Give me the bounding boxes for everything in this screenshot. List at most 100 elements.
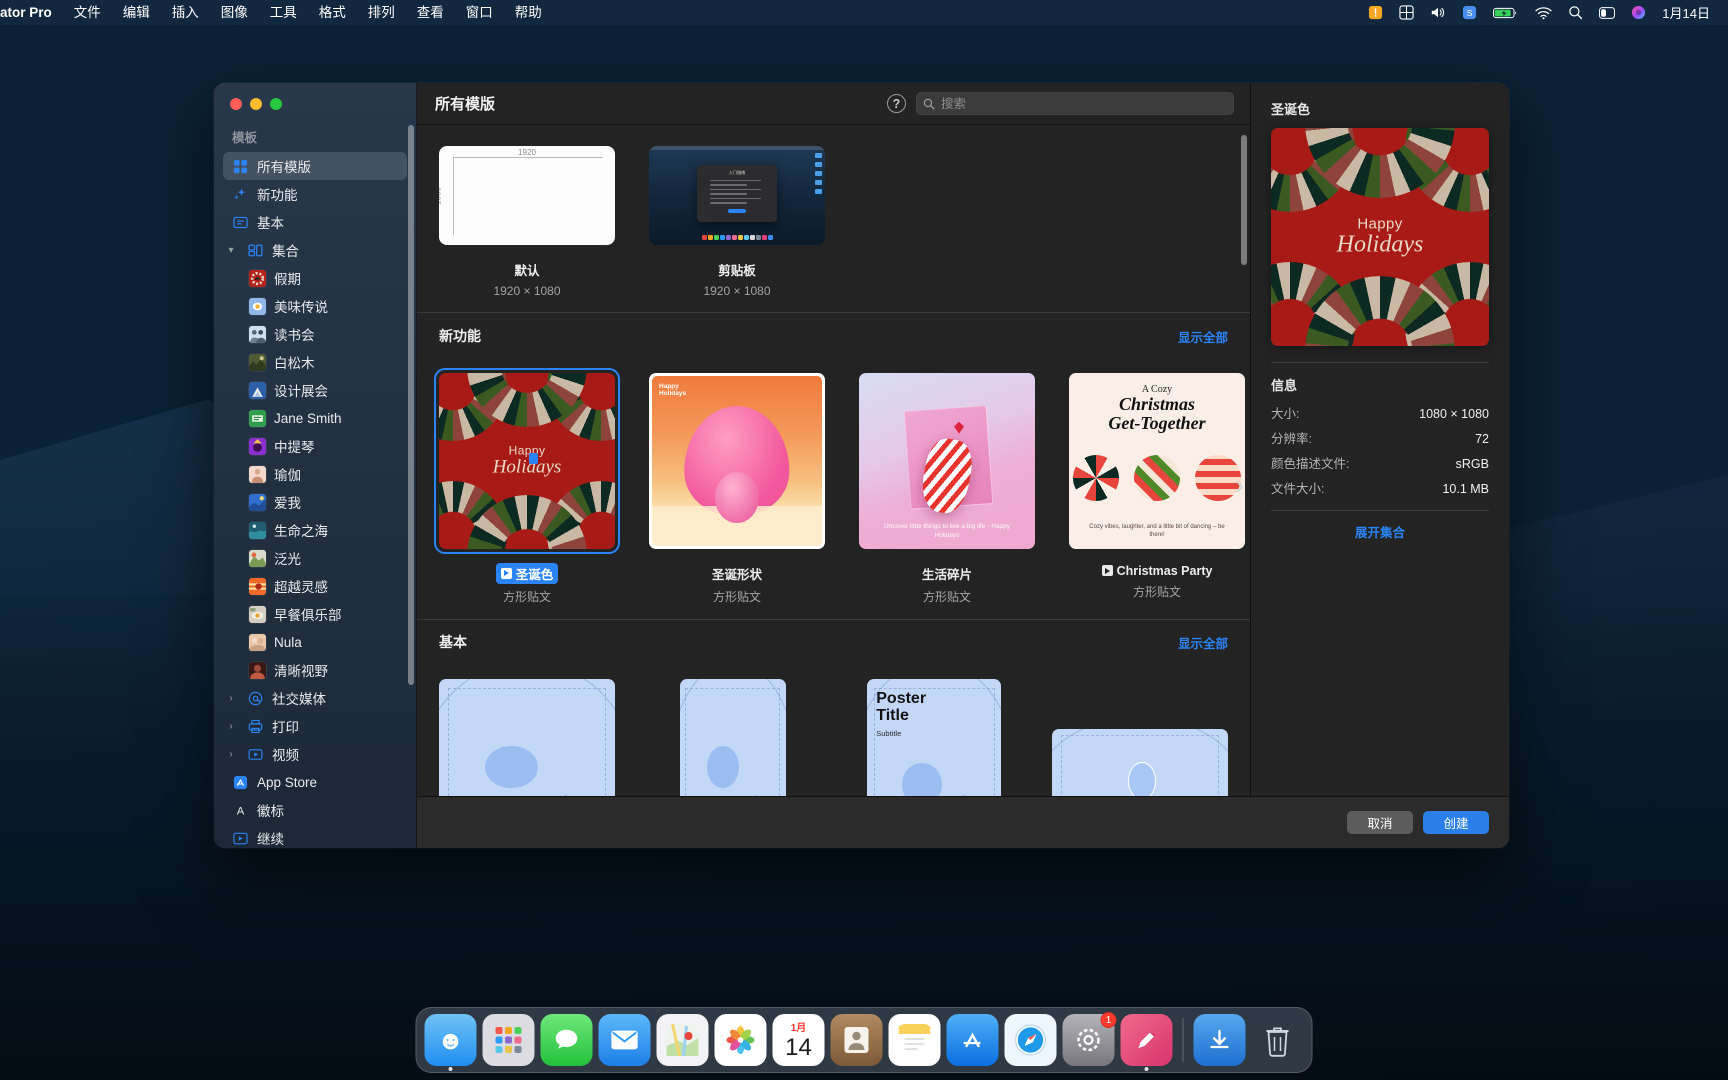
volume-icon[interactable] <box>1422 0 1454 25</box>
dock-item-affinity-designer[interactable] <box>1120 1014 1173 1071</box>
thumb-love-icon <box>249 493 266 511</box>
help-button[interactable]: ? <box>887 94 906 113</box>
menu-item-image[interactable]: 图像 <box>210 0 259 25</box>
dock-item-safari[interactable] <box>1004 1014 1057 1066</box>
dock-item-contacts[interactable] <box>830 1014 883 1066</box>
sidebar-item-book-club[interactable]: 读书会 <box>223 320 407 348</box>
template-card-life-fragments[interactable]: Uncover little things to live a big life… <box>859 368 1035 605</box>
sidebar-item-beyond-inspiration[interactable]: 超越灵感 <box>223 572 407 600</box>
battery-charging-icon[interactable] <box>1485 0 1527 25</box>
sidebar-item-delicious-legend[interactable]: 美味传说 <box>223 292 407 320</box>
minimize-button[interactable] <box>250 98 262 110</box>
sidebar-item-holiday[interactable]: 假期 <box>223 264 407 292</box>
template-card-clipboard[interactable]: 入门指南 剪贴板 1920 × 1080 <box>649 141 825 298</box>
sidebar-item-whats-new[interactable]: 新功能 <box>223 180 407 208</box>
control-center-icon[interactable] <box>1591 0 1623 25</box>
sidebar-item-love-me[interactable]: 爱我 <box>223 488 407 516</box>
cancel-button[interactable]: 取消 <box>1347 811 1413 834</box>
sidebar-item-nula[interactable]: Nula <box>223 628 407 656</box>
sidebar-item-yoga[interactable]: 瑜伽 <box>223 460 407 488</box>
chevron-right-icon[interactable]: › <box>1235 472 1244 498</box>
show-all-link[interactable]: 显示全部 <box>1178 633 1228 652</box>
dock-item-finder[interactable]: ☻ <box>424 1014 477 1071</box>
templates-scroll-area[interactable]: 1920 1080 默认 1920 × 1080 入门指南 剪贴板 1920 ×… <box>417 125 1250 796</box>
sidebar-item-viola[interactable]: 中提琴 <box>223 432 407 460</box>
template-name: Christmas Party <box>1116 563 1213 578</box>
spotlight-icon[interactable] <box>1560 0 1591 25</box>
zoom-button[interactable] <box>270 98 282 110</box>
menubar-clock[interactable]: 1月14日 <box>1654 0 1718 25</box>
template-card-poster[interactable]: Poster Title Subtitle <box>851 674 1019 796</box>
dock-item-downloads[interactable] <box>1193 1014 1246 1066</box>
dock-item-calendar[interactable]: 1月 14 <box>772 1014 825 1066</box>
template-card-christmas-party[interactable]: A Cozy Christmas Get-Together Cozy vibes… <box>1069 368 1245 605</box>
template-card-christmas-shapes[interactable]: Happy Holidays 圣诞形状 方形贴文 <box>649 368 825 605</box>
template-card-default[interactable]: 1920 1080 默认 1920 × 1080 <box>439 141 615 298</box>
sidebar-group-video[interactable]: › 视频 <box>223 740 407 768</box>
show-all-link[interactable]: 显示全部 <box>1178 327 1228 346</box>
sidebar-scrollbar[interactable] <box>408 125 414 685</box>
template-card-plain[interactable] <box>1052 674 1228 796</box>
sidebar-group-social-media[interactable]: › 社交媒体 <box>223 684 407 712</box>
sidebar-group-collections[interactable]: ▾ 集合 <box>223 236 407 264</box>
sidebar-item-jane-smith[interactable]: Jane Smith <box>223 404 407 432</box>
menu-item-arrange[interactable]: 排列 <box>357 0 406 25</box>
grid-icon[interactable] <box>1391 0 1422 25</box>
sidebar-item-app-store[interactable]: App Store <box>223 768 407 796</box>
close-button[interactable] <box>230 98 242 110</box>
menu-item-window[interactable]: 窗口 <box>455 0 504 25</box>
menu-item-tools[interactable]: 工具 <box>259 0 308 25</box>
template-name: 默认 <box>514 264 540 278</box>
shortcuts-icon[interactable]: S <box>1454 0 1485 25</box>
siri-icon[interactable] <box>1623 0 1654 25</box>
sidebar-item-basic[interactable]: 基本 <box>223 208 407 236</box>
basic-icon <box>232 214 249 231</box>
chevron-right-icon[interactable]: › <box>223 721 239 732</box>
sidebar-item-breakfast-club[interactable]: 早餐俱乐部 <box>223 600 407 628</box>
menu-item-file[interactable]: 文件 <box>63 0 112 25</box>
search-box[interactable] <box>916 92 1234 115</box>
sidebar-item-clear-vision[interactable]: 清晰视野 <box>223 656 407 684</box>
create-button[interactable]: 创建 <box>1423 811 1489 834</box>
menu-item-help[interactable]: 帮助 <box>504 0 553 25</box>
expand-collection-link[interactable]: 展开集合 <box>1271 510 1489 541</box>
dock-item-mail[interactable] <box>598 1014 651 1066</box>
sidebar-list[interactable]: 模板 所有模版 新功能 基本 ▾ 集合 假期 美味传说 读书会 白松木 设计展会… <box>214 121 416 848</box>
template-card-post[interactable]: Post Title Subtitle <box>439 674 615 796</box>
search-input[interactable] <box>941 96 1227 111</box>
dock-item-messages[interactable] <box>540 1014 593 1066</box>
chevron-right-icon[interactable]: › <box>223 749 239 760</box>
dock-item-system-preferences[interactable]: 1 <box>1062 1012 1117 1066</box>
sidebar-item-bloom[interactable]: 泛光 <box>223 544 407 572</box>
sun-shape <box>707 745 740 789</box>
dock-item-trash[interactable] <box>1252 1014 1304 1066</box>
templates-scrollbar[interactable] <box>1241 135 1247 265</box>
sidebar-item-logo[interactable]: A 徽标 <box>223 796 407 824</box>
dock-item-notes[interactable] <box>888 1014 941 1066</box>
dock-item-launchpad[interactable] <box>482 1014 535 1066</box>
dock-item-app-store[interactable] <box>946 1014 999 1066</box>
dock-item-photos[interactable] <box>714 1014 767 1066</box>
menu-item-view[interactable]: 查看 <box>406 0 455 25</box>
sidebar-item-design-expo[interactable]: 设计展会 <box>223 376 407 404</box>
template-card-christmas-color[interactable]: Happy Holidays 圣诞色 方形贴文 <box>434 367 620 605</box>
wifi-icon[interactable] <box>1527 0 1560 25</box>
template-card-story[interactable]: Story Title Subtitle <box>649 674 817 796</box>
sidebar-item-all-templates[interactable]: 所有模版 <box>223 152 407 180</box>
menu-app-name[interactable]: ator Pro <box>0 0 63 25</box>
sidebar-item-continue[interactable]: 继续 <box>223 824 407 848</box>
chevron-down-icon[interactable]: ▾ <box>223 245 239 256</box>
menu-item-edit[interactable]: 编辑 <box>112 0 161 25</box>
poster-art-xmas: Happy Holidays <box>439 372 615 549</box>
sidebar-group-print[interactable]: › 打印 <box>223 712 407 740</box>
menu-item-insert[interactable]: 插入 <box>161 0 210 25</box>
dock-item-maps[interactable] <box>656 1014 709 1066</box>
inspector-divider <box>1271 362 1489 363</box>
thumb-bloom-icon <box>249 549 266 567</box>
menu-item-format[interactable]: 格式 <box>308 0 357 25</box>
exclamation-icon[interactable] <box>1360 0 1391 25</box>
sidebar-item-sea-of-life[interactable]: 生命之海 <box>223 516 407 544</box>
info-key: 分辨率: <box>1271 431 1312 446</box>
chevron-right-icon[interactable]: › <box>223 693 239 704</box>
sidebar-item-white-pine[interactable]: 白松木 <box>223 348 407 376</box>
